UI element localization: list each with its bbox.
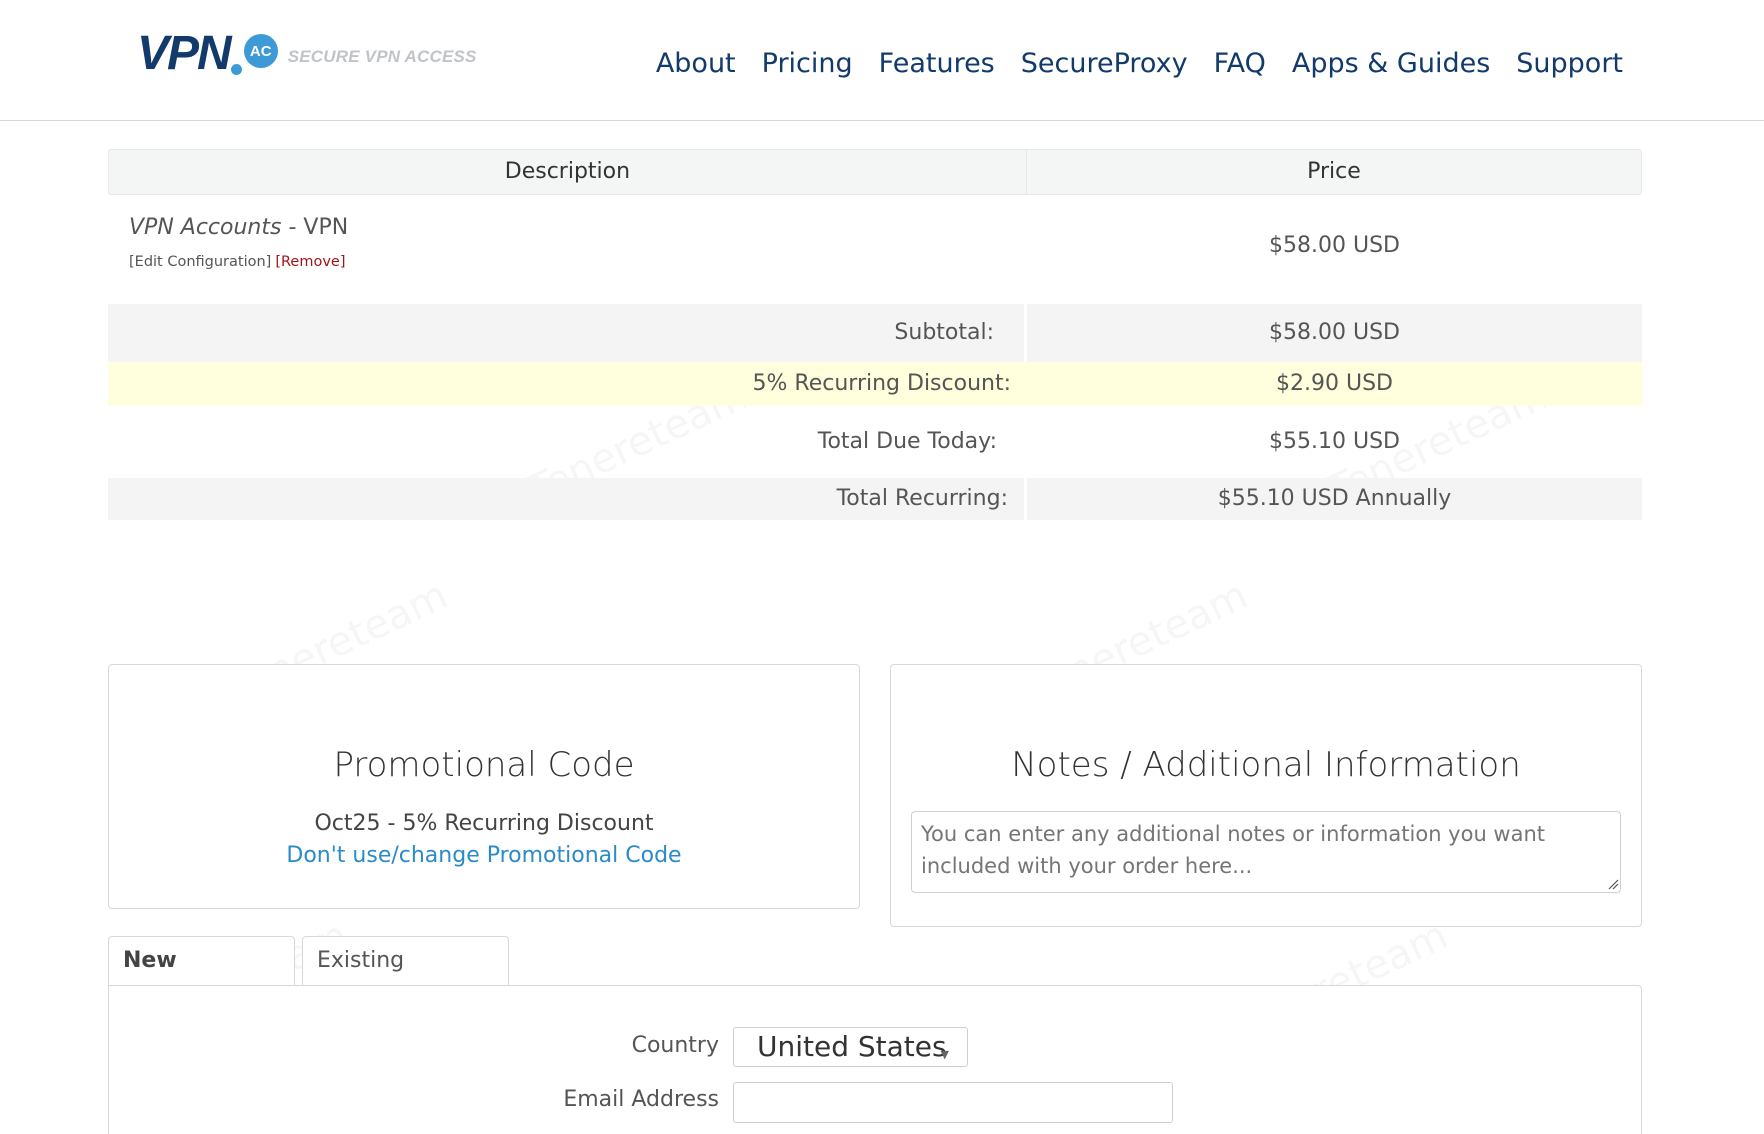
cart-table: Description Price Subtotal: $58.00 USD 5… bbox=[108, 149, 1642, 520]
notes-title: Notes / Additional Information bbox=[1011, 745, 1521, 785]
product-name: VPN bbox=[303, 215, 349, 240]
notes-panel: Notes / Additional Information bbox=[890, 664, 1642, 927]
subtotal-row: Subtotal: $58.00 USD bbox=[108, 304, 1642, 362]
cart-item-name: VPN Accounts - VPN bbox=[129, 215, 348, 240]
nav-secureproxy[interactable]: SecureProxy bbox=[1021, 44, 1188, 84]
edit-configuration-link[interactable]: [Edit Configuration] bbox=[129, 254, 271, 270]
site-header: VPN AC SECURE VPN ACCESS About Pricing F… bbox=[0, 0, 1764, 121]
subtotal-value: $58.00 USD bbox=[1269, 320, 1400, 345]
logo-dot-icon bbox=[230, 63, 242, 75]
site-logo[interactable]: VPN AC SECURE VPN ACCESS bbox=[137, 30, 477, 78]
total-recurring-value: $55.10 USD Annually bbox=[1217, 486, 1452, 511]
product-separator: - bbox=[281, 215, 304, 240]
main-nav: About Pricing Features SecureProxy FAQ A… bbox=[630, 44, 1623, 84]
country-selected-value: United States bbox=[757, 1030, 947, 1063]
column-header-description: Description bbox=[109, 150, 1027, 194]
nav-pricing[interactable]: Pricing bbox=[762, 44, 853, 84]
product-group: VPN Accounts bbox=[129, 215, 282, 240]
caret-down-icon: ▼ bbox=[940, 1048, 949, 1061]
applied-promo-code: Oct25 - 5% Recurring Discount bbox=[314, 811, 654, 836]
resize-grip-icon[interactable] bbox=[1607, 878, 1619, 890]
logo-badge: AC bbox=[243, 34, 278, 68]
email-label: Email Address bbox=[563, 1087, 719, 1112]
nav-about[interactable]: About bbox=[656, 44, 736, 84]
discount-value: $2.90 USD bbox=[1276, 371, 1393, 396]
promo-title: Promotional Code bbox=[333, 745, 635, 785]
cart-item-price: $58.00 USD bbox=[1269, 233, 1400, 258]
remove-item-link[interactable]: [Remove] bbox=[275, 254, 345, 270]
tab-existing-customer[interactable]: Existing Customer bbox=[302, 936, 509, 1021]
discount-row: 5% Recurring Discount: $2.90 USD bbox=[108, 362, 1642, 406]
promo-code-panel: Promotional Code Oct25 - 5% Recurring Di… bbox=[108, 664, 860, 909]
notes-textarea[interactable] bbox=[911, 811, 1621, 893]
cart-header-row: Description Price bbox=[108, 149, 1642, 195]
change-promo-code-link[interactable]: Don't use/change Promotional Code bbox=[109, 843, 859, 868]
nav-faq[interactable]: FAQ bbox=[1214, 44, 1266, 84]
total-due-row: Total Due Today: $55.10 USD bbox=[108, 406, 1642, 478]
logo-tagline: SECURE VPN ACCESS bbox=[287, 47, 477, 66]
logo-wordmark: VPN bbox=[137, 27, 232, 80]
total-recurring-label: Total Recurring: bbox=[108, 478, 1027, 520]
cart-item-actions: [Edit Configuration] [Remove] bbox=[129, 254, 346, 270]
discount-label: 5% Recurring Discount: bbox=[752, 371, 1011, 396]
country-select[interactable]: United States ▼ bbox=[733, 1027, 968, 1067]
total-due-label: Total Due Today: bbox=[817, 429, 997, 454]
total-recurring-row: Total Recurring: $55.10 USD Annually bbox=[108, 478, 1642, 520]
tab-new-customer[interactable]: New Customer bbox=[108, 936, 295, 1021]
total-due-value: $55.10 USD bbox=[1269, 429, 1400, 454]
column-header-price: Price bbox=[1307, 159, 1361, 184]
nav-features[interactable]: Features bbox=[879, 44, 995, 84]
email-input[interactable] bbox=[733, 1082, 1173, 1123]
subtotal-label: Subtotal: bbox=[108, 304, 1027, 362]
country-label: Country bbox=[631, 1033, 719, 1058]
nav-support[interactable]: Support bbox=[1516, 44, 1623, 84]
nav-apps-guides[interactable]: Apps & Guides bbox=[1292, 44, 1490, 84]
